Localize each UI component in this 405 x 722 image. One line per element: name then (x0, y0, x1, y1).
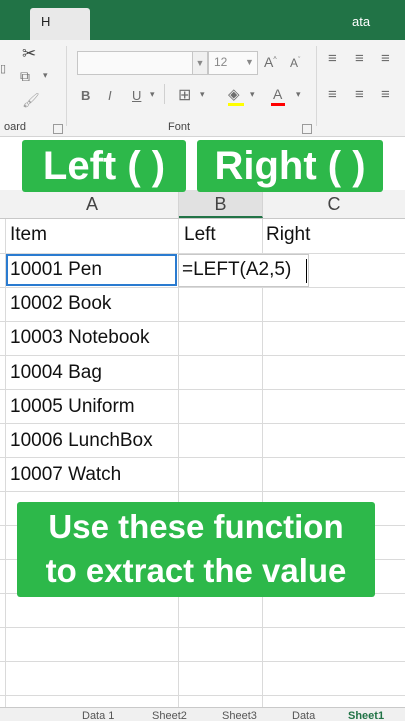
align-left-icon[interactable]: ≡ (328, 86, 337, 103)
bottom-align-icon[interactable]: ≡ (381, 50, 390, 67)
cell-a3[interactable]: 10002 Book (10, 293, 111, 315)
font-size-dropdown-icon[interactable]: ▼ (243, 51, 256, 73)
top-align-icon[interactable]: ≡ (328, 50, 337, 67)
cell-a2[interactable]: 10001 Pen (10, 259, 102, 281)
row-gridline (0, 695, 405, 696)
sheet-tab-sheet1[interactable]: Sheet1 (348, 710, 384, 722)
column-header-b[interactable]: B (179, 190, 263, 218)
column-header-a[interactable]: A (6, 190, 179, 218)
banner-caption: Use these function to extract the value (17, 502, 375, 597)
row-gridline (0, 389, 405, 390)
font-group-label: Font (168, 121, 191, 133)
row-gridline (0, 457, 405, 458)
cell-a4[interactable]: 10003 Notebook (10, 327, 149, 349)
bold-button[interactable]: B (81, 88, 90, 103)
font-color-dropdown-icon[interactable]: ▾ (296, 89, 301, 100)
paste-icon[interactable]: ▯ (0, 62, 6, 75)
cell-a7[interactable]: 10006 LunchBox (10, 430, 153, 452)
tab-home-label: H (41, 14, 51, 29)
row-gridline (0, 355, 405, 356)
font-color-swatch (271, 103, 285, 106)
fill-color-icon[interactable]: ◈ (228, 85, 240, 103)
row-gridline (0, 423, 405, 424)
sheet-tab-sheet3[interactable]: Sheet3 (222, 710, 257, 722)
tab-data[interactable]: ata (352, 14, 370, 29)
group-divider (316, 46, 317, 126)
font-name-box[interactable] (77, 51, 207, 75)
cell-a1[interactable]: Item (10, 224, 47, 246)
sheet-tab-bar (0, 707, 405, 721)
cell-a6[interactable]: 10005 Uniform (10, 396, 135, 418)
font-launcher-icon[interactable] (302, 124, 312, 134)
cell-a8[interactable]: 10007 Watch (10, 464, 121, 486)
italic-button[interactable]: I (108, 88, 112, 103)
row-header-edge (5, 219, 6, 714)
cell-a5[interactable]: 10004 Bag (10, 362, 102, 384)
text-cursor (306, 259, 307, 283)
cell-b1[interactable]: Left (184, 224, 216, 246)
fill-color-swatch (228, 103, 244, 106)
tab-home[interactable] (30, 8, 90, 40)
copy-icon[interactable]: ⧉ (20, 68, 30, 85)
sheet-tab-data1[interactable]: Data 1 (82, 710, 114, 722)
align-right-icon[interactable]: ≡ (381, 86, 390, 103)
row-gridline (0, 287, 405, 288)
column-gridline (178, 219, 179, 714)
format-painter-icon[interactable]: 🖌 (22, 92, 40, 109)
cell-c1[interactable]: Right (266, 224, 310, 246)
align-center-icon[interactable]: ≡ (355, 86, 364, 103)
cell-b2-formula[interactable]: =LEFT(A2,5) (182, 259, 291, 281)
cut-icon[interactable]: ✂ (22, 44, 36, 64)
banner-caption-line2: to extract the value (45, 552, 347, 589)
row-gridline (0, 627, 405, 628)
fill-color-dropdown-icon[interactable]: ▾ (250, 89, 255, 100)
borders-dropdown-icon[interactable]: ▾ (200, 89, 205, 100)
clipboard-launcher-icon[interactable] (53, 124, 63, 134)
clipboard-group-label: oard (4, 121, 27, 133)
column-gridline (262, 219, 263, 714)
font-color-icon[interactable]: A (273, 86, 282, 102)
font-size-value: 12 (214, 55, 228, 69)
decrease-font-icon[interactable]: Aˇ (290, 56, 300, 70)
font-name-dropdown-icon[interactable]: ▼ (192, 51, 208, 75)
copy-dropdown-icon[interactable]: ▾ (43, 70, 48, 81)
column-header-c[interactable]: C (263, 190, 405, 218)
underline-button[interactable]: U (132, 88, 141, 103)
banner-left-function: Left ( ) (22, 140, 186, 192)
group-divider (66, 46, 67, 126)
banner-right-function: Right ( ) (197, 140, 383, 192)
sheet-tab-data[interactable]: Data (292, 710, 315, 722)
sheet-tab-sheet2[interactable]: Sheet2 (152, 710, 187, 722)
underline-dropdown-icon[interactable]: ▾ (150, 89, 155, 100)
middle-align-icon[interactable]: ≡ (355, 50, 364, 67)
divider (164, 84, 165, 104)
banner-caption-line1: Use these function (48, 508, 344, 545)
increase-font-icon[interactable]: A^ (264, 54, 277, 70)
borders-icon[interactable]: ⊞ (178, 85, 191, 105)
row-gridline (0, 661, 405, 662)
row-gridline (0, 321, 405, 322)
row-gridline (0, 491, 405, 492)
